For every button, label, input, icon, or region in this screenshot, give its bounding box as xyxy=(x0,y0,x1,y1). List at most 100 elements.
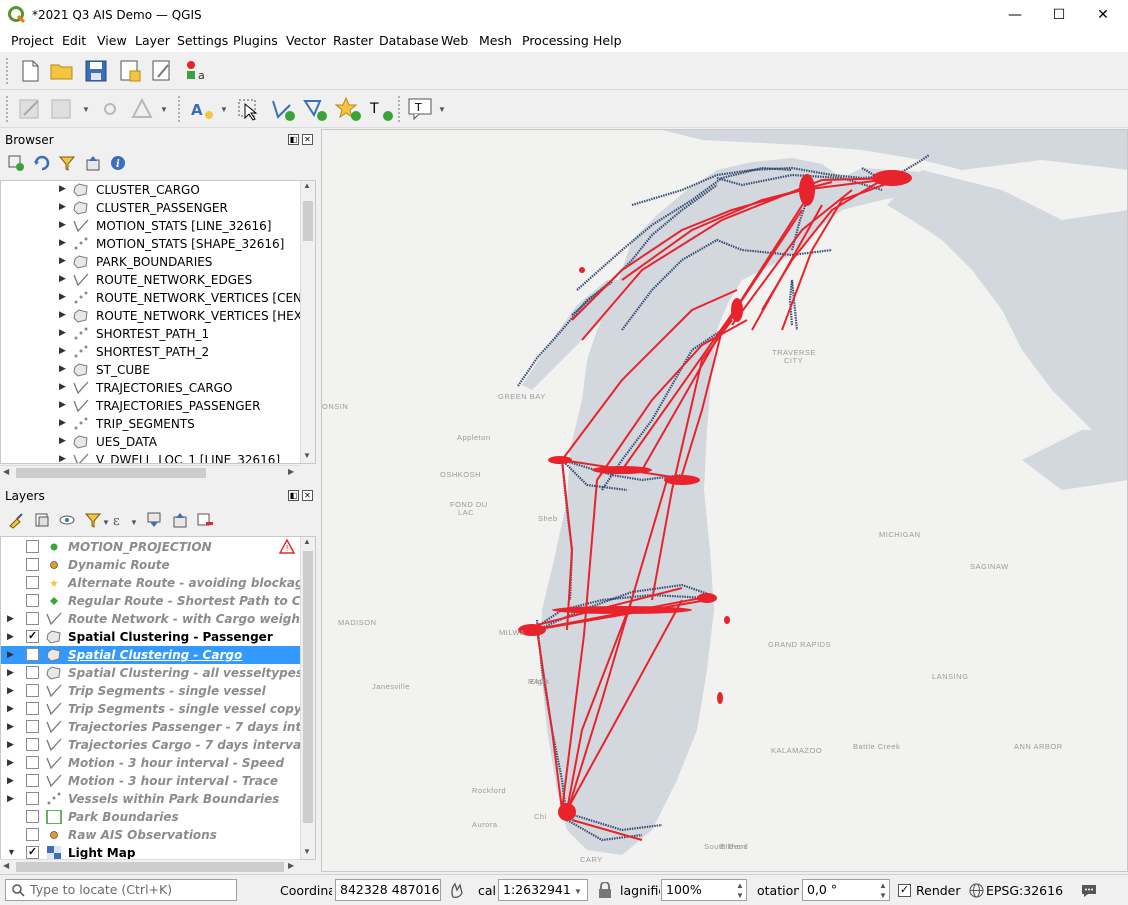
layer-row[interactable]: Raw AIS Observations xyxy=(1,826,301,844)
collapse-all-icon[interactable] xyxy=(84,154,102,172)
expand-arrow-icon[interactable]: ▶ xyxy=(7,775,14,786)
layer-visibility-checkbox[interactable] xyxy=(26,576,39,589)
browser-item[interactable]: ▶ SHORTEST_PATH_2 xyxy=(1,343,301,361)
expand-arrow-icon[interactable]: ▶ xyxy=(59,291,66,302)
expand-arrow-icon[interactable]: ▶ xyxy=(7,703,14,714)
menu-processing[interactable]: Processing xyxy=(522,33,589,48)
toggle-editing-icon[interactable] xyxy=(16,95,44,123)
layer-row[interactable]: Dynamic Route xyxy=(1,556,301,574)
layers-vertical-scrollbar[interactable]: ▲ ▼ xyxy=(300,537,315,859)
remove-layer-icon[interactable] xyxy=(196,511,214,529)
layer-visibility-checkbox[interactable] xyxy=(26,774,39,787)
layer-visibility-checkbox[interactable] xyxy=(26,540,39,553)
spin-up-icon[interactable]: ▲ xyxy=(879,881,887,890)
scroll-thumb[interactable] xyxy=(16,862,284,872)
expand-arrow-icon[interactable]: ▶ xyxy=(59,273,66,284)
digitize-shape-icon[interactable] xyxy=(128,95,156,123)
layer-visibility-checkbox[interactable] xyxy=(26,720,39,733)
layer-visibility-checkbox[interactable] xyxy=(26,828,39,841)
browser-item[interactable]: ▶ CLUSTER_CARGO xyxy=(1,181,301,199)
crs-globe-icon[interactable] xyxy=(969,883,984,898)
layer-row[interactable]: ▶ Motion - 3 hour interval - Speed xyxy=(1,754,301,772)
expand-arrow-icon[interactable]: ▶ xyxy=(7,793,14,804)
layer-visibility-checkbox[interactable] xyxy=(26,702,39,715)
expand-arrow-icon[interactable]: ▶ xyxy=(7,739,14,750)
lock-scale-icon[interactable] xyxy=(598,882,612,898)
layer-row[interactable]: ▶ Trip Segments - single vessel xyxy=(1,682,301,700)
browser-item[interactable]: ▶ UES_DATA xyxy=(1,433,301,451)
dropdown-arrow-icon[interactable]: ▼ xyxy=(220,105,228,114)
collapse-all-icon[interactable] xyxy=(171,511,189,529)
expand-arrow-icon[interactable]: ▶ xyxy=(7,613,14,624)
browser-item[interactable]: ▶ MOTION_STATS [LINE_32616] xyxy=(1,217,301,235)
menu-project[interactable]: Project xyxy=(11,33,54,48)
menu-view[interactable]: View xyxy=(97,33,127,48)
save-project-icon[interactable] xyxy=(82,57,110,85)
label-tool-icon[interactable]: A xyxy=(188,95,216,123)
browser-vertical-scrollbar[interactable]: ▲ ▼ xyxy=(300,181,315,463)
add-favorite-icon[interactable] xyxy=(334,95,362,123)
layer-row[interactable]: ▶ Vessels within Park Boundaries xyxy=(1,790,301,808)
layer-row[interactable]: ▶ Spatial Clustering - all vesseltypes xyxy=(1,664,303,682)
browser-item[interactable]: ▶ ST_CUBE xyxy=(1,361,301,379)
browser-item[interactable]: ▶ TRAJECTORIES_PASSENGER xyxy=(1,397,301,415)
menu-web[interactable]: Web xyxy=(441,33,468,48)
layer-row[interactable]: ▼ ✓ Light Map xyxy=(1,844,301,859)
browser-item[interactable]: ▶ ROUTE_NETWORK_EDGES xyxy=(1,271,301,289)
close-panel-icon[interactable]: ✕ xyxy=(302,490,313,501)
scroll-thumb[interactable] xyxy=(303,201,313,241)
vertex-tool-icon[interactable] xyxy=(96,95,124,123)
browser-item[interactable]: ▶ TRIP_SEGMENTS xyxy=(1,415,301,433)
open-project-icon[interactable] xyxy=(48,57,76,85)
toggle-extents-icon[interactable] xyxy=(448,881,466,899)
expand-arrow-icon[interactable]: ▶ xyxy=(59,237,66,248)
expand-arrow-icon[interactable]: ▶ xyxy=(7,649,14,660)
layer-row[interactable]: Regular Route - Shortest Path to Chicago xyxy=(1,592,315,610)
expand-arrow-icon[interactable]: ▶ xyxy=(59,309,66,320)
menu-plugins[interactable]: Plugins xyxy=(233,33,278,48)
menu-help[interactable]: Help xyxy=(593,33,622,48)
magnifier-field[interactable]: 100% xyxy=(661,879,747,901)
layer-row[interactable]: ▶ Trip Segments - single vessel copy xyxy=(1,700,302,718)
scroll-down-icon[interactable]: ▼ xyxy=(303,847,311,856)
expand-arrow-icon[interactable]: ▶ xyxy=(7,757,14,768)
info-icon[interactable]: i xyxy=(109,154,127,172)
spin-down-icon[interactable]: ▼ xyxy=(879,891,887,900)
scale-dropdown-icon[interactable]: ▼ xyxy=(574,887,582,896)
messages-icon[interactable] xyxy=(1080,883,1098,898)
expand-arrow-icon[interactable]: ▶ xyxy=(7,631,14,642)
manage-visibility-icon[interactable] xyxy=(58,511,76,529)
browser-item[interactable]: ▶ PARK_BOUNDARIES xyxy=(1,253,301,271)
scroll-thumb[interactable] xyxy=(16,468,206,478)
toolbar-grip[interactable] xyxy=(398,96,402,122)
layer-visibility-checkbox[interactable] xyxy=(26,756,39,769)
expand-arrow-icon[interactable]: ▶ xyxy=(59,183,66,194)
style-panel-icon[interactable] xyxy=(7,511,25,529)
layer-visibility-checkbox[interactable] xyxy=(26,666,39,679)
scroll-left-icon[interactable]: ◀ xyxy=(3,861,9,870)
spin-down-icon[interactable]: ▼ xyxy=(736,891,744,900)
expand-arrow-icon[interactable]: ▶ xyxy=(59,417,66,428)
expand-arrow-icon[interactable]: ▶ xyxy=(59,201,66,212)
menu-raster[interactable]: Raster xyxy=(333,33,373,48)
toolbar-grip[interactable] xyxy=(6,58,10,84)
text-annotation-icon[interactable]: T xyxy=(406,95,434,123)
style-manager-icon[interactable]: a xyxy=(182,57,210,85)
menu-settings[interactable]: Settings xyxy=(177,33,228,48)
layer-visibility-checkbox[interactable] xyxy=(26,612,39,625)
expand-arrow-icon[interactable]: ▶ xyxy=(59,219,66,230)
expand-arrow-icon[interactable]: ▶ xyxy=(7,685,14,696)
locator-search-input[interactable]: Type to locate (Ctrl+K) xyxy=(5,879,237,901)
scroll-right-icon[interactable]: ▶ xyxy=(288,467,294,476)
expand-arrow-icon[interactable]: ▶ xyxy=(59,255,66,266)
filter-legend-icon[interactable] xyxy=(84,511,102,529)
scroll-up-icon[interactable]: ▲ xyxy=(303,537,311,546)
expand-arrow-icon[interactable]: ▶ xyxy=(59,435,66,446)
save-edits-icon[interactable] xyxy=(48,95,76,123)
coordinate-field[interactable]: 842328 4870163 xyxy=(335,879,441,901)
browser-item[interactable]: ▶ SHORTEST_PATH_1 xyxy=(1,325,301,343)
menu-layer[interactable]: Layer xyxy=(135,33,170,48)
expand-arrow-icon[interactable]: ▶ xyxy=(59,327,66,338)
crs-label[interactable]: EPSG:32616 xyxy=(986,883,1063,898)
layout-manager-icon[interactable] xyxy=(148,57,176,85)
